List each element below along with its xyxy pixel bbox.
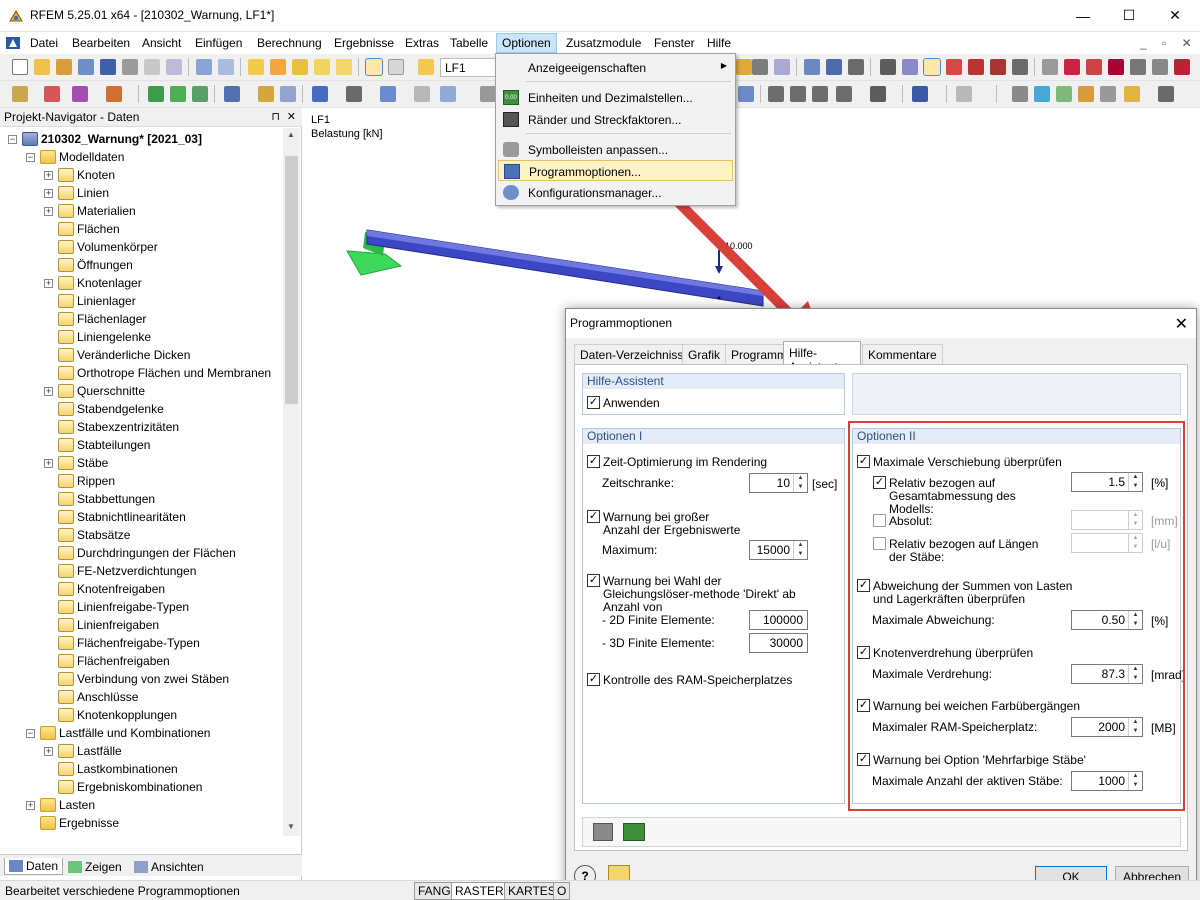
units-icon: 0.00 xyxy=(503,90,519,105)
group-heading: Hilfe-Assistent xyxy=(583,374,844,389)
menu-konfigurationsmanager[interactable]: Konfigurationsmanager... xyxy=(498,182,733,203)
menu-item-label: Einheiten und Dezimalstellen... xyxy=(528,91,693,105)
ortho-toggle[interactable]: O xyxy=(553,882,571,900)
solver-checkbox[interactable]: ✓ xyxy=(587,574,600,587)
menu-raender[interactable]: Ränder und Streckfaktoren... xyxy=(498,109,733,130)
export-icon[interactable] xyxy=(593,823,613,841)
menu-item-label: Anzeigeeigenschaften xyxy=(528,61,647,75)
status-text: Bearbeitet verschiedene Programmoptionen xyxy=(5,884,240,898)
dialog-title: Programmoptionen xyxy=(570,316,673,330)
group-heading: Optionen I xyxy=(583,429,844,444)
annotation-highlight-box xyxy=(848,421,1185,811)
apply-checkbox[interactable]: ✓ xyxy=(587,396,600,409)
time-unit: [sec] xyxy=(812,477,838,491)
menu-programmoptionen[interactable]: Programmoptionen... xyxy=(498,160,733,181)
ram-check-label: Kontrolle des RAM-Speicherplatzes xyxy=(603,673,793,687)
gears-icon xyxy=(503,185,519,200)
spinner-arrows-icon[interactable]: ▲ ▼ xyxy=(793,474,807,492)
fe3d-label: - 3D Finite Elemente: xyxy=(602,636,715,650)
grid-toggle[interactable]: RASTER xyxy=(451,882,508,900)
menu-item-label: Programmoptionen... xyxy=(529,165,642,179)
program-options-icon xyxy=(504,164,520,179)
time-spinner[interactable]: 10 ▲ ▼ xyxy=(749,473,808,493)
fe2d-value[interactable]: 100000 xyxy=(750,611,807,629)
render-label: Zeit-Optimierung im Rendering xyxy=(603,455,768,469)
fe2d-label: - 2D Finite Elemente: xyxy=(602,613,715,627)
time-value[interactable]: 10 xyxy=(750,474,794,492)
tab-daten-verzeichnisse[interactable]: Daten-Verzeichnisse xyxy=(574,344,697,364)
dialog-toolbar xyxy=(582,817,1181,847)
menu-einheiten[interactable]: 0.00 Einheiten und Dezimalstellen... xyxy=(498,87,733,108)
borders-icon xyxy=(503,112,519,127)
cartesian-toggle[interactable]: KARTES xyxy=(504,882,560,900)
fe3d-value[interactable]: 30000 xyxy=(750,634,807,652)
spinner-arrows-icon[interactable]: ▲ ▼ xyxy=(793,541,807,559)
group-optionen-1: Optionen I ✓ Zeit-Optimierung im Renderi… xyxy=(582,428,845,804)
statusbar: Bearbeitet verschiedene Programmoptionen… xyxy=(0,880,1200,900)
tab-kommentare[interactable]: Kommentare xyxy=(862,344,943,364)
time-label: Zeitschranke: xyxy=(602,476,675,490)
menu-anzeigeeigenschaften[interactable]: Anzeigeeigenschaften ▶ xyxy=(498,57,733,78)
render-checkbox[interactable]: ✓ xyxy=(587,455,600,468)
apply-label: Anwenden xyxy=(603,396,660,410)
solver-label: Warnung bei Wahl der Gleichungslöser-met… xyxy=(603,574,796,614)
dialog-titlebar: Programmoptionen ✕ xyxy=(566,309,1196,338)
menu-item-label: Konfigurationsmanager... xyxy=(528,186,662,200)
menu-item-label: Symbolleisten anpassen... xyxy=(528,143,669,157)
max-spinner[interactable]: 15000 ▲ ▼ xyxy=(749,540,808,560)
results-label: Warnung bei großer Anzahl der Ergebniswe… xyxy=(603,510,741,537)
fe2d-input[interactable]: 100000 xyxy=(749,610,808,630)
max-value[interactable]: 15000 xyxy=(750,541,794,559)
toolbar-tools-icon xyxy=(503,142,519,157)
results-checkbox[interactable]: ✓ xyxy=(587,510,600,523)
max-label: Maximum: xyxy=(602,543,658,557)
empty-group-box xyxy=(852,373,1181,415)
menu-symbolleisten[interactable]: Symbolleisten anpassen... xyxy=(498,139,733,160)
fe3d-input[interactable]: 30000 xyxy=(749,633,808,653)
tab-grafik[interactable]: Grafik xyxy=(682,344,727,364)
menu-item-label: Ränder und Streckfaktoren... xyxy=(528,113,682,127)
options-menu: Anzeigeeigenschaften ▶ 0.00 Einheiten und … xyxy=(495,53,736,206)
submenu-arrow-icon: ▶ xyxy=(720,61,727,70)
ram-check-checkbox[interactable]: ✓ xyxy=(587,673,600,686)
tab-hilfe-assistent[interactable]: Hilfe-Assistent xyxy=(783,341,861,374)
units-button-icon[interactable] xyxy=(623,823,645,841)
dialog-close-icon[interactable]: ✕ xyxy=(1175,314,1188,334)
group-hilfe-assistent: Hilfe-Assistent ✓ Anwenden xyxy=(582,373,845,415)
snap-toggle[interactable]: FANG xyxy=(414,882,455,900)
